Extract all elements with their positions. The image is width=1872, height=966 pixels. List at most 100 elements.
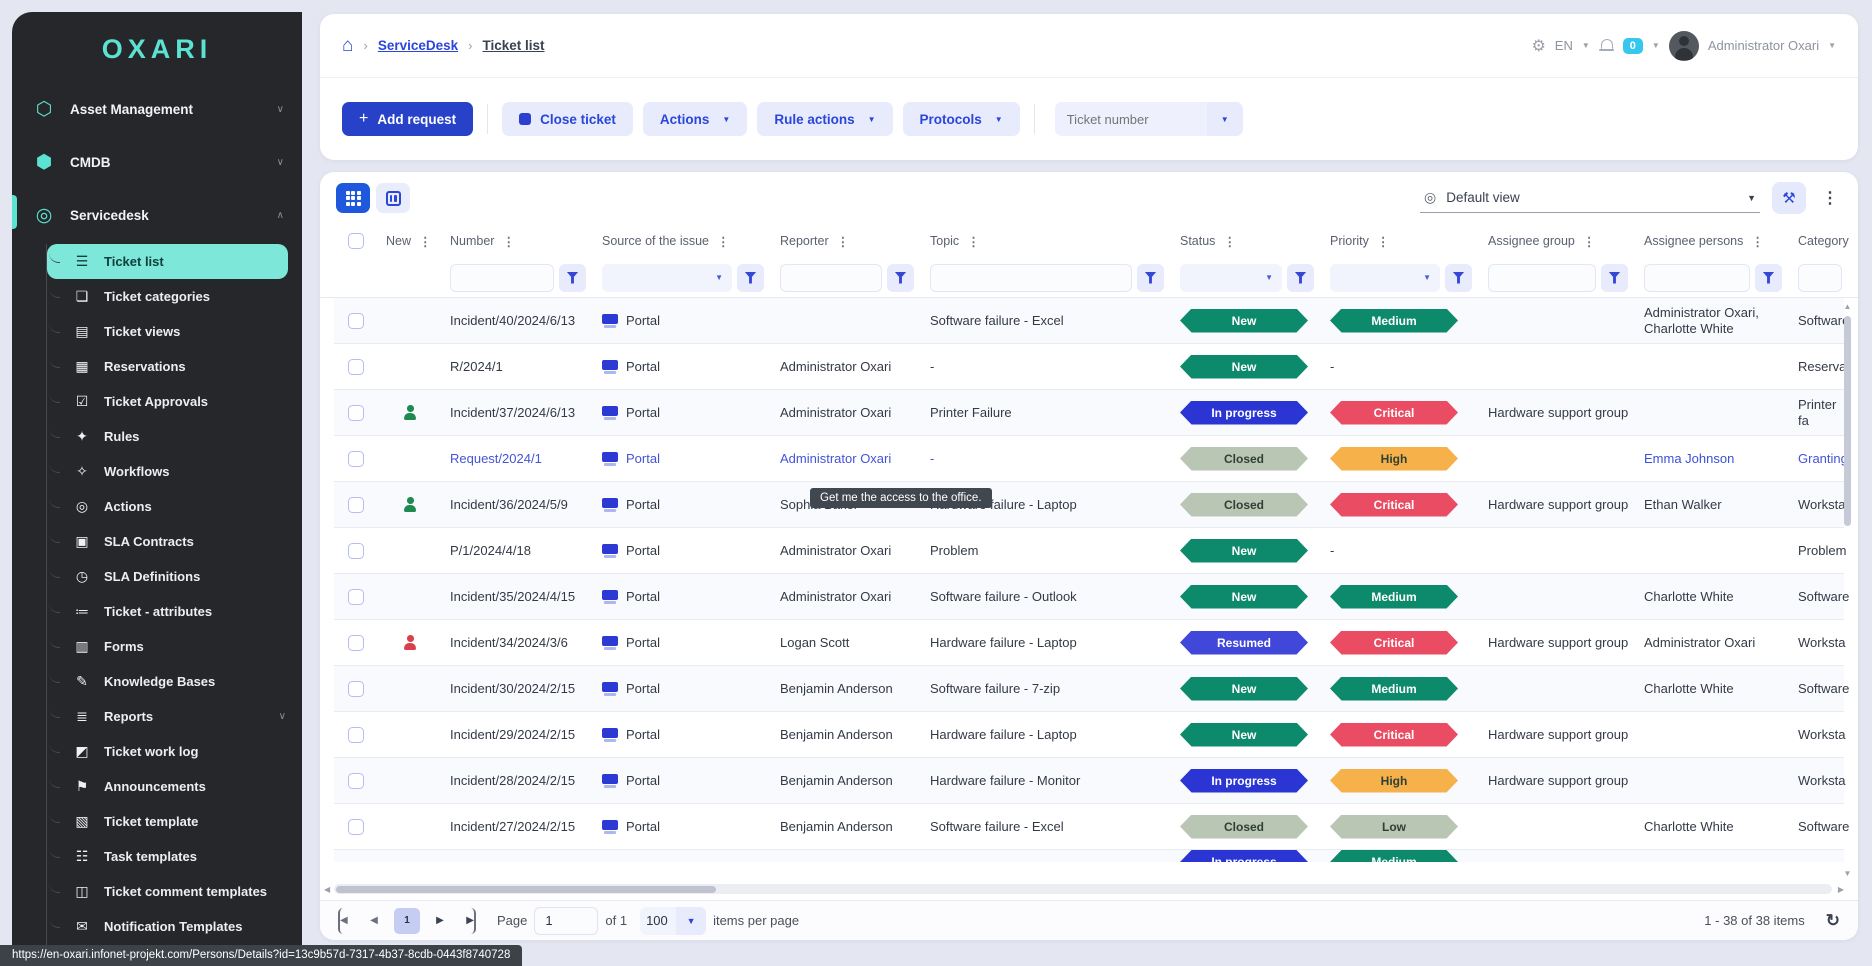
filter-funnel-button[interactable] bbox=[559, 264, 586, 292]
filter-funnel-button[interactable] bbox=[1601, 264, 1628, 292]
table-row[interactable]: Incident/40/2024/6/13PortalSoftware fail… bbox=[334, 298, 1844, 344]
ticket-number-link[interactable]: Incident/27/2024/2/15 bbox=[450, 819, 575, 834]
sidebar-item-sla-contracts[interactable]: ▣SLA Contracts bbox=[47, 524, 302, 559]
ticket-number-link[interactable]: P/1/2024/4/18 bbox=[450, 543, 531, 558]
row-checkbox[interactable] bbox=[348, 681, 364, 697]
table-row[interactable]: Incident/36/2024/5/9PortalSophia BakerHa… bbox=[334, 482, 1844, 528]
sidebar-item-reservations[interactable]: ▦Reservations bbox=[47, 349, 302, 384]
items-per-page-value[interactable]: 100 bbox=[640, 907, 676, 935]
horizontal-scrollbar-thumb[interactable] bbox=[336, 886, 716, 893]
add-request-button[interactable]: + Add request bbox=[342, 102, 473, 136]
column-menu-kebab-icon[interactable]: ⋮ bbox=[717, 234, 730, 249]
current-page-button[interactable]: 1 bbox=[394, 908, 420, 934]
sidebar-item-forms[interactable]: ▥Forms bbox=[47, 629, 302, 664]
grid-view-button[interactable] bbox=[336, 183, 370, 213]
filter-funnel-button[interactable] bbox=[1755, 264, 1782, 292]
ticket-number-link[interactable]: Incident/34/2024/3/6 bbox=[450, 635, 568, 650]
sidebar-item-ticket-views[interactable]: ▤Ticket views bbox=[47, 314, 302, 349]
filter-input-topic[interactable] bbox=[930, 264, 1132, 292]
table-row[interactable]: In progressMedium bbox=[334, 850, 1844, 862]
table-row[interactable]: Incident/34/2024/3/6PortalLogan ScottHar… bbox=[334, 620, 1844, 666]
protocols-button[interactable]: Protocols ▼ bbox=[903, 102, 1020, 136]
row-checkbox[interactable] bbox=[348, 313, 364, 329]
breadcrumb-servicedesk[interactable]: ServiceDesk bbox=[378, 38, 458, 53]
notification-count-badge[interactable]: 0 bbox=[1623, 38, 1643, 54]
ticket-number-link[interactable]: Incident/35/2024/4/15 bbox=[450, 589, 575, 604]
table-row[interactable]: Incident/37/2024/6/13PortalAdministrator… bbox=[334, 390, 1844, 436]
sidebar-item-rules[interactable]: ✦Rules bbox=[47, 419, 302, 454]
settings-gear-icon[interactable]: ⚙ bbox=[1531, 36, 1545, 56]
reporter-name[interactable]: Administrator Oxari bbox=[780, 451, 891, 466]
notifications-bell-icon[interactable] bbox=[1599, 39, 1614, 52]
column-menu-kebab-icon[interactable]: ⋮ bbox=[1751, 234, 1764, 249]
sidebar-item-asset-management[interactable]: ⬡Asset Management∨ bbox=[12, 83, 302, 136]
column-view-button[interactable] bbox=[376, 183, 410, 213]
table-row[interactable]: Incident/27/2024/2/15PortalBenjamin Ande… bbox=[334, 804, 1844, 850]
vscroll-down-arrow[interactable]: ▼ bbox=[1842, 869, 1853, 878]
sidebar-item-ticket-approvals[interactable]: ☑Ticket Approvals bbox=[47, 384, 302, 419]
vertical-scrollbar[interactable]: ▲ ▼ bbox=[1842, 302, 1853, 878]
sidebar-item-actions[interactable]: ◎Actions bbox=[47, 489, 302, 524]
filter-funnel-button[interactable] bbox=[1287, 264, 1314, 292]
filter-select-source[interactable]: ▼ bbox=[602, 264, 732, 292]
row-checkbox[interactable] bbox=[348, 359, 364, 375]
sidebar-item-ticket-list[interactable]: ☰Ticket list bbox=[47, 244, 288, 279]
ticket-number-input[interactable] bbox=[1055, 102, 1207, 136]
row-checkbox[interactable] bbox=[348, 405, 364, 421]
sidebar-item-task-templates[interactable]: ☷Task templates bbox=[47, 839, 302, 874]
ticket-number-link[interactable]: R/2024/1 bbox=[450, 359, 503, 374]
ticket-number-link[interactable]: Incident/36/2024/5/9 bbox=[450, 497, 568, 512]
table-row[interactable]: Incident/28/2024/2/15PortalBenjamin Ande… bbox=[334, 758, 1844, 804]
avatar[interactable] bbox=[1669, 31, 1699, 61]
filter-select-status[interactable]: ▼ bbox=[1180, 264, 1282, 292]
sidebar-item-workflows[interactable]: ✧Workflows bbox=[47, 454, 302, 489]
sidebar-item-notification-templates[interactable]: ✉Notification Templates bbox=[47, 909, 302, 944]
hscroll-left-arrow[interactable]: ◀ bbox=[324, 885, 330, 894]
refresh-icon[interactable]: ↻ bbox=[1826, 911, 1840, 931]
row-checkbox[interactable] bbox=[348, 451, 364, 467]
breadcrumb-ticket-list[interactable]: Ticket list bbox=[483, 38, 545, 53]
column-menu-kebab-icon[interactable]: ⋮ bbox=[419, 234, 432, 249]
filter-input-number[interactable] bbox=[450, 264, 554, 292]
hscroll-right-arrow[interactable]: ▶ bbox=[1838, 885, 1844, 894]
sidebar-item-ticket-work-log[interactable]: ◩Ticket work log bbox=[47, 734, 302, 769]
row-checkbox[interactable] bbox=[348, 589, 364, 605]
horizontal-scrollbar[interactable] bbox=[334, 884, 1832, 894]
sidebar-item-cmdb[interactable]: ⬢CMDB∨ bbox=[12, 136, 302, 189]
assignee-person-name[interactable]: Emma Johnson bbox=[1644, 451, 1734, 466]
filter-input-assignee_persons[interactable] bbox=[1644, 264, 1750, 292]
select-all-checkbox[interactable] bbox=[348, 233, 364, 249]
column-menu-kebab-icon[interactable]: ⋮ bbox=[502, 234, 515, 249]
sidebar-item-ticket-attributes[interactable]: ≔Ticket - attributes bbox=[47, 594, 302, 629]
actions-button[interactable]: Actions ▼ bbox=[643, 102, 747, 136]
filter-funnel-button[interactable] bbox=[1445, 264, 1472, 292]
language-selector[interactable]: EN bbox=[1555, 38, 1573, 53]
row-checkbox[interactable] bbox=[348, 773, 364, 789]
sidebar-item-announcements[interactable]: ⚑Announcements bbox=[47, 769, 302, 804]
filter-input-reporter[interactable] bbox=[780, 264, 882, 292]
sidebar-item-knowledge-bases[interactable]: ✎Knowledge Bases bbox=[47, 664, 302, 699]
row-checkbox[interactable] bbox=[348, 819, 364, 835]
last-page-button[interactable]: ▶ bbox=[460, 908, 476, 934]
table-row[interactable]: R/2024/1PortalAdministrator Oxari-New-Re… bbox=[334, 344, 1844, 390]
ticket-number-link[interactable]: Incident/37/2024/6/13 bbox=[450, 405, 575, 420]
table-row[interactable]: Incident/30/2024/2/15PortalBenjamin Ande… bbox=[334, 666, 1844, 712]
table-row[interactable]: P/1/2024/4/18PortalAdministrator OxariPr… bbox=[334, 528, 1844, 574]
filter-funnel-button[interactable] bbox=[737, 264, 764, 292]
filter-input-assignee_group[interactable] bbox=[1488, 264, 1596, 292]
filter-funnel-button[interactable] bbox=[1137, 264, 1164, 292]
row-checkbox[interactable] bbox=[348, 727, 364, 743]
configure-view-button[interactable]: ⚒ bbox=[1772, 182, 1806, 214]
table-row[interactable]: Incident/29/2024/2/15PortalBenjamin Ande… bbox=[334, 712, 1844, 758]
column-menu-kebab-icon[interactable]: ⋮ bbox=[967, 234, 980, 249]
column-menu-kebab-icon[interactable]: ⋮ bbox=[837, 234, 850, 249]
sidebar-item-ticket-comment-templates[interactable]: ◫Ticket comment templates bbox=[47, 874, 302, 909]
filter-funnel-button[interactable] bbox=[887, 264, 914, 292]
ticket-number-link[interactable]: Incident/40/2024/6/13 bbox=[450, 313, 575, 328]
table-row[interactable]: Incident/35/2024/4/15PortalAdministrator… bbox=[334, 574, 1844, 620]
row-checkbox[interactable] bbox=[348, 543, 364, 559]
column-menu-kebab-icon[interactable]: ⋮ bbox=[1223, 234, 1236, 249]
close-ticket-button[interactable]: Close ticket bbox=[502, 102, 633, 136]
ticket-number-link[interactable]: Incident/28/2024/2/15 bbox=[450, 773, 575, 788]
column-menu-kebab-icon[interactable]: ⋮ bbox=[1377, 234, 1390, 249]
